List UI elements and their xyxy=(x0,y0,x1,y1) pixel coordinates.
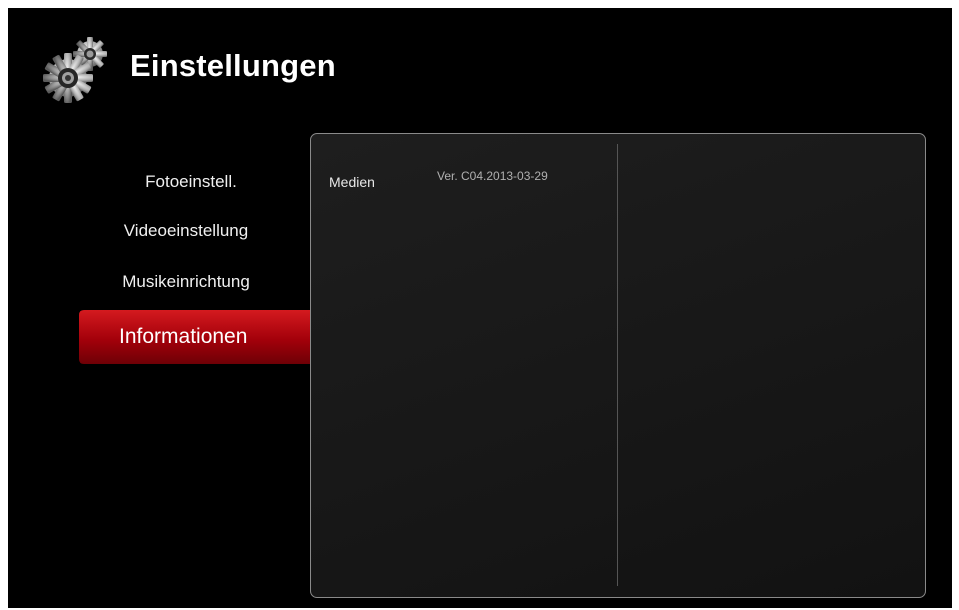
info-version-value: Ver. C04.2013-03-29 xyxy=(437,169,548,183)
info-label-medien: Medien xyxy=(329,174,375,190)
menu-item-musik[interactable]: Musikeinrichtung xyxy=(61,272,311,292)
menu-item-foto[interactable]: Fotoeinstell. xyxy=(66,172,316,192)
page-title: Einstellungen xyxy=(130,48,336,83)
panel-divider xyxy=(617,144,618,586)
gears-icon xyxy=(43,37,107,103)
menu-item-informationen[interactable]: Informationen xyxy=(79,310,330,364)
menu-item-video[interactable]: Videoeinstellung xyxy=(61,221,311,241)
info-panel: Medien Ver. C04.2013-03-29 xyxy=(310,133,926,598)
menu-item-label: Informationen xyxy=(119,325,248,348)
settings-screen: Einstellungen Fotoeinstell. Videoeinstel… xyxy=(8,8,952,608)
